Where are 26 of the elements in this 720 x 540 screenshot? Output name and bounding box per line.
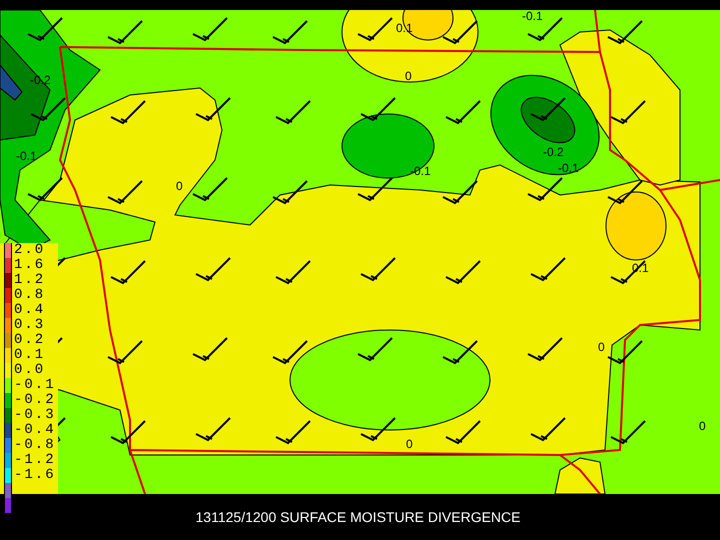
legend-label: -0.1 [14, 378, 56, 393]
contour-label: 0 [176, 180, 183, 192]
contour-label: 0 [405, 70, 412, 82]
legend-label: 1.2 [14, 273, 46, 288]
legend-label: -0.2 [14, 393, 56, 408]
legend-label: 2.0 [14, 243, 46, 258]
contour-label: 0 [406, 438, 413, 450]
legend-label: 0.3 [14, 318, 46, 333]
contour-label: 0 [699, 420, 706, 432]
legend-label: -0.4 [14, 423, 56, 438]
legend-label: 0.8 [14, 288, 46, 303]
legend-label: -0.3 [14, 408, 56, 423]
legend-label: 0.2 [14, 333, 46, 348]
legend-label: -0.8 [14, 438, 56, 453]
legend-label: 0.0 [14, 363, 46, 378]
legend-label: 1.6 [14, 258, 46, 273]
legend-label: 0.4 [14, 303, 46, 318]
contour-label: -0.1 [16, 150, 37, 162]
contour-label: -0.2 [543, 146, 564, 158]
contour-label: 0 [598, 341, 605, 353]
legend-label: 0.1 [14, 348, 46, 363]
contour-label: -0.1 [558, 162, 579, 174]
legend-label: -1.6 [14, 468, 56, 483]
contour-label: -0.1 [522, 10, 543, 22]
map-title: 131125/1200 SURFACE MOISTURE DIVERGENCE [196, 508, 520, 526]
legend-label: -1.2 [14, 453, 56, 468]
